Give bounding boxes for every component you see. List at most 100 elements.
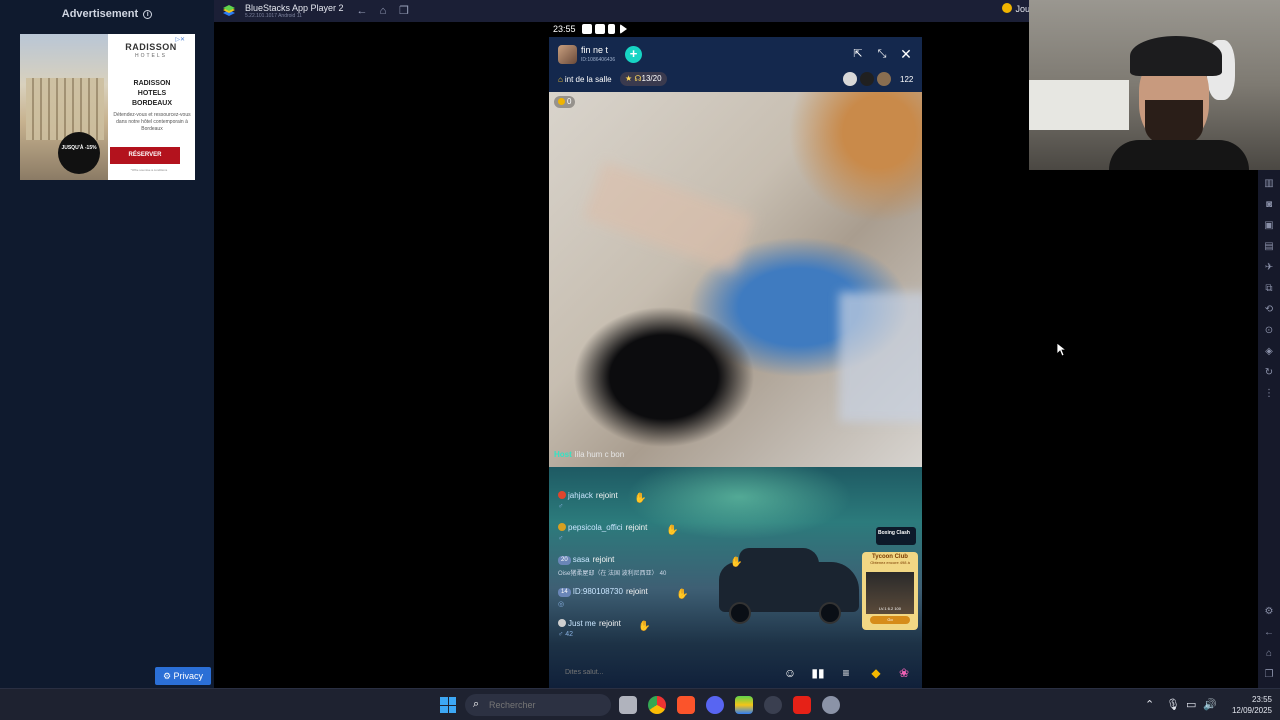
list-item[interactable]: pepsicola_offici rejoint ♂ ✋ [558,523,758,555]
microphone-icon[interactable]: 🎙 [1166,698,1180,711]
play-store-icon [620,24,627,34]
airplane-icon[interactable]: ✈ [1263,262,1275,274]
chevron-up-icon[interactable]: ⌃ [1145,698,1154,711]
recent-apps-icon[interactable]: ❐ [397,4,411,18]
search-input[interactable] [489,697,604,713]
youtube-icon[interactable] [793,696,811,714]
follow-button[interactable]: + [625,46,642,63]
taskbar-clock[interactable]: 23:55 12/09/2025 [1222,694,1272,716]
bluestacks-icon[interactable] [735,696,753,714]
chat-username[interactable]: jahjack [568,491,593,500]
viewer-avatar[interactable] [877,72,891,86]
bluestacks-titlebar: BlueStacks App Player 2 5.22.101.1017 An… [214,0,1030,22]
viewer-avatar[interactable] [860,72,874,86]
recent-apps-icon[interactable]: ❐ [1263,669,1275,681]
boxing-clash-button[interactable]: Boxing Clash [876,527,916,545]
tycoon-value: LV.1 6.2 100 [878,606,902,611]
coin-counter: 0 [554,96,576,108]
chrome-icon[interactable] [648,696,666,714]
chat-username[interactable]: sasa [573,555,590,564]
viewer-avatar[interactable] [843,72,857,86]
room-tag[interactable]: ⌂ int de la salle [558,75,612,84]
chat-username[interactable]: pepsicola_offici [568,523,623,532]
user-badge-icon [558,491,566,499]
coin-count: 0 [567,97,572,106]
menu-icon[interactable]: ≡ [838,665,854,681]
live-video-stream[interactable]: 0 Host lila hum c bon [549,92,922,467]
wave-icon[interactable]: ✋ [666,525,678,536]
room-header: fin ne t ID:1086406436 + ⇱ ⤡ ✕ ⌂ int de l… [549,37,922,92]
chat-action: rejoint [595,491,618,500]
wave-icon[interactable]: ✋ [638,621,650,632]
ad-discount-badge: JUSQU'À -15% [58,132,100,174]
tycoon-button[interactable]: Go [870,616,910,624]
location-icon[interactable]: ⊙ [1263,325,1275,337]
reserve-button[interactable]: RÉSERVER [110,147,180,164]
coin-icon [1002,3,1013,13]
privacy-button[interactable]: ⚙ Privacy [155,667,211,685]
chat-list: jahjack rejoint ♂ ✋ pepsicola_offici rejoi… [558,491,758,651]
close-icon[interactable]: ✕ [900,47,912,61]
list-item[interactable]: 14 ID:980108730 rejoint ◎ ✋ [558,587,758,619]
brave-icon[interactable] [677,696,695,714]
wave-icon[interactable]: ✋ [634,493,646,504]
list-item[interactable]: Just me rejoint ♂ 42 ✋ [558,619,758,651]
settings-icon[interactable]: ⚙ [1263,606,1275,618]
screenshot-icon[interactable]: ◙ [1263,199,1275,211]
media-icon[interactable]: ▤ [1263,241,1275,253]
info-icon[interactable]: i [143,10,153,19]
chat-area: jahjack rejoint ♂ ✋ pepsicola_offici rejoi… [549,467,922,688]
back-icon[interactable]: ← [1263,627,1275,639]
room-name: fin ne t [581,45,609,55]
chat-username[interactable]: ID:980108730 [573,587,623,596]
host-label: Host [554,450,572,459]
record-icon[interactable]: ▣ [1263,220,1275,232]
emoji-icon[interactable]: ☺ [782,665,798,681]
ad-brand-sub: HOTELS [134,53,167,59]
layers-icon[interactable]: ◈ [1263,346,1275,358]
taskbar-search[interactable]: ⌕ [465,694,611,716]
ad-brand: RADISSON [125,42,177,52]
github-icon[interactable] [764,696,782,714]
ad-fineprint: *Offre soumise à conditions [130,168,168,172]
bag-icon[interactable]: ◆ [868,665,884,681]
chat-username[interactable]: Just me [568,619,596,628]
badge-icon: ◎ [558,601,565,608]
eco-icon[interactable]: ⟲ [1263,304,1275,316]
more-icon[interactable]: ⋮ [1263,388,1275,400]
ad-banner[interactable]: JUSQU'À -15% ▷✕ RADISSON HOTELS RADISSON… [20,34,195,180]
room-tag-label: int de la salle [564,75,612,84]
network-icon[interactable]: ▭ [1186,698,1196,711]
chat-action: rejoint [625,523,648,532]
rewards-button[interactable]: Jou [1002,3,1030,14]
performance-icon[interactable]: ▥ [1263,178,1275,190]
voice-icon[interactable]: ▮▮ [810,665,826,681]
android-status-time: 23:55 [553,24,576,34]
discord-icon[interactable] [706,696,724,714]
multi-instance-icon[interactable]: ⧉ [1263,283,1275,295]
file-explorer-icon[interactable] [619,696,637,714]
viewer-count[interactable]: 122 [900,75,913,84]
chat-input-bar: ☺ ▮▮ ≡ ◆ ❀ [549,657,922,688]
tycoon-club-card[interactable]: Tycoon Club Obtenez encore 498 à LV.1 6.… [862,552,918,630]
volume-icon[interactable]: 🔊 [1203,698,1217,711]
list-item[interactable]: 20 sasa rejoint Oise猪柔屋邸（在 法国 波利尼西亚） 40 ✋ [558,555,758,587]
home-icon[interactable]: ⌂ [1263,648,1275,660]
share-icon[interactable]: ⇱ [852,48,864,60]
ad-title-line: RADISSON [133,80,171,87]
wave-icon[interactable]: ✋ [676,589,688,600]
seat-count-pill[interactable]: ★ ☊13/20 [620,72,667,86]
back-arrow-icon[interactable]: ← [355,4,369,18]
mic-seat-icon: ☊ [634,74,642,83]
sync-icon[interactable]: ↻ [1263,367,1275,379]
list-item[interactable]: jahjack rejoint ♂ ✋ [558,491,758,523]
settings-icon[interactable] [822,696,840,714]
windows-start-icon[interactable] [440,697,456,713]
chat-input[interactable] [554,663,774,682]
minimize-icon[interactable]: ⤡ [876,48,888,60]
home-icon[interactable]: ⌂ [376,4,390,18]
wave-icon[interactable]: ✋ [730,557,742,568]
host-avatar[interactable] [558,45,577,64]
ad-title-line: HOTELS [137,90,167,97]
gift-icon[interactable]: ❀ [896,665,912,681]
